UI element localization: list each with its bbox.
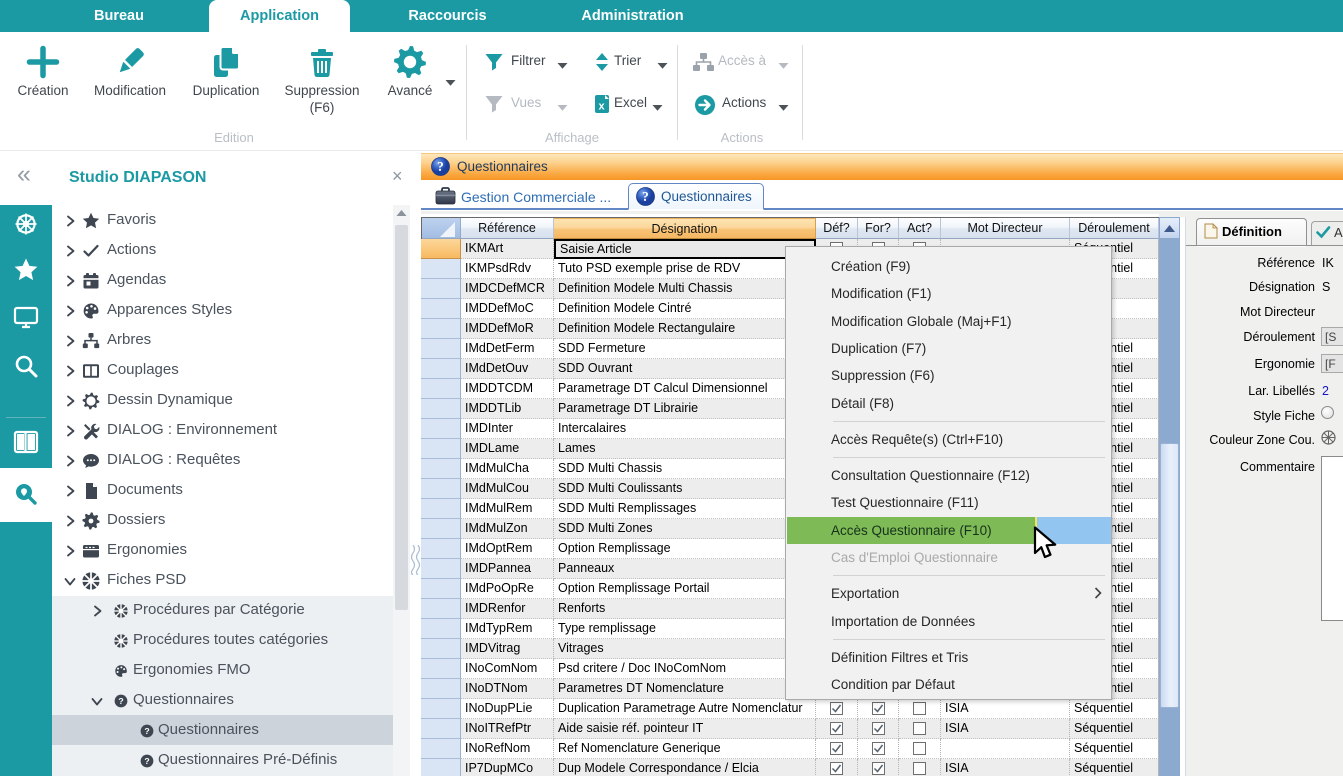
svg-text:?: ? [144, 726, 149, 736]
svg-text:?: ? [642, 189, 649, 204]
svg-text:?: ? [437, 159, 444, 174]
svg-text:x: x [598, 101, 605, 113]
svg-text:?: ? [144, 756, 149, 766]
svg-text:?: ? [118, 696, 123, 706]
